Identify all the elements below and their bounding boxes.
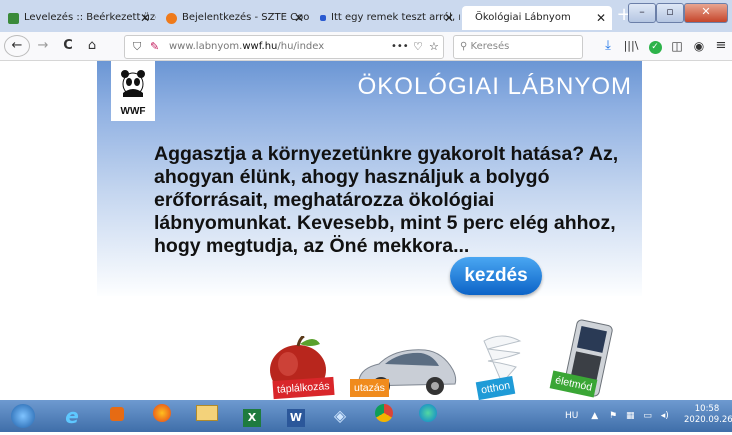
category-utazas[interactable]: utazás <box>350 379 389 397</box>
url-text[interactable]: www.labnyom.wwf.hu/hu/index <box>169 36 324 58</box>
window-controls: – ▫ ✕ <box>628 0 728 23</box>
library-icon[interactable]: |||\ <box>622 35 640 57</box>
language-indicator[interactable]: HU <box>565 411 578 421</box>
reload-button[interactable]: C <box>58 35 78 57</box>
tab-label: Ökológiai Lábnyom <box>475 12 571 23</box>
tab-close-icon[interactable]: ✕ <box>444 6 454 30</box>
flag-icon[interactable]: ⚑ <box>609 411 617 421</box>
sidebar-icon[interactable]: ◫ <box>668 35 686 57</box>
back-button[interactable]: ← <box>4 35 30 57</box>
system-tray: HU ▲ ⚑ ▦ ▭ ◂) <box>565 400 669 432</box>
pocket-icon[interactable]: ♡ <box>413 36 423 58</box>
check-icon[interactable]: ✓ <box>646 35 664 57</box>
download-icon[interactable]: ⤓ <box>599 35 617 57</box>
explorer-icon[interactable] <box>193 404 221 428</box>
tracking-blocked-icon[interactable]: ✎ <box>150 36 159 58</box>
account-icon[interactable]: ◉ <box>690 35 708 57</box>
page-content: WWF ÖKOLÓGIAI LÁBNYOM Aggasztja a környe… <box>0 61 732 400</box>
page-icon <box>320 15 326 21</box>
close-window-button[interactable]: ✕ <box>684 3 728 23</box>
menu-icon[interactable]: ≡ <box>712 35 730 57</box>
tab-close-icon[interactable]: ✕ <box>294 6 304 30</box>
page-actions-button[interactable]: ••• <box>391 36 409 58</box>
show-hidden-icons-icon[interactable]: ▲ <box>591 411 598 421</box>
wwf-logo[interactable]: WWF <box>111 61 155 121</box>
tab-levelezes[interactable]: Levelezés :: Beérkezett üzene ✕ <box>2 6 156 30</box>
tab-label: Bejelentkezés - SZTE CooSp <box>182 12 310 23</box>
shield-icon[interactable]: ⛉ <box>133 36 141 58</box>
navigation-bar: ← → C ⌂ ⛉ ✎ www.labnyom.wwf.hu/hu/index … <box>0 32 732 61</box>
tab-close-icon[interactable]: ✕ <box>596 6 606 30</box>
search-icon: ⚲ <box>460 41 468 52</box>
bookmark-star-icon[interactable]: ☆ <box>429 36 439 58</box>
system-clock[interactable]: 10:58 2020.09.26. <box>684 404 732 426</box>
title-bar: Levelezés :: Beérkezett üzene ✕ Bejelent… <box>0 0 732 32</box>
minimize-button[interactable]: – <box>628 3 656 23</box>
url-prefix: www.labnyom. <box>169 41 243 52</box>
mail-icon <box>8 12 19 24</box>
url-path: /hu/index <box>277 41 325 52</box>
start-button[interactable]: kezdés <box>450 257 542 295</box>
forward-button[interactable]: → <box>33 35 53 57</box>
display-icon[interactable]: ▭ <box>643 411 652 421</box>
banner: WWF ÖKOLÓGIAI LÁBNYOM Aggasztja a környe… <box>97 61 642 296</box>
tab-label: Itt egy remek teszt arról, mek <box>331 12 460 23</box>
edge-icon[interactable] <box>414 404 442 428</box>
excel-icon[interactable]: X <box>238 404 266 428</box>
search-input[interactable]: ⚲ Keresés <box>453 35 583 59</box>
start-orb-icon[interactable] <box>8 404 38 428</box>
chrome-icon[interactable] <box>370 404 398 428</box>
media-player-icon[interactable] <box>103 404 131 428</box>
home-button[interactable]: ⌂ <box>82 35 102 57</box>
kodi-icon[interactable]: ◈ <box>326 404 354 428</box>
tab-teszt[interactable]: Itt egy remek teszt arról, mek ✕ <box>314 6 460 30</box>
tab-okologiai-labnyom[interactable]: Ökológiai Lábnyom ✕ <box>462 6 612 30</box>
logo-text: WWF <box>120 106 146 117</box>
firefox-icon[interactable] <box>148 404 176 428</box>
url-bar[interactable]: ⛉ ✎ www.labnyom.wwf.hu/hu/index ••• ♡ ☆ <box>124 35 444 59</box>
tab-close-icon[interactable]: ✕ <box>140 6 150 30</box>
network-icon[interactable]: ▦ <box>626 411 635 421</box>
clock-date: 2020.09.26. <box>684 415 732 425</box>
coosp-icon <box>166 12 177 24</box>
tab-label: Levelezés :: Beérkezett üzene <box>24 12 156 23</box>
ie-icon[interactable]: e <box>58 404 86 428</box>
volume-icon[interactable]: ◂) <box>661 411 669 421</box>
panda-icon <box>121 70 145 97</box>
page-title: ÖKOLÓGIAI LÁBNYOM <box>357 73 632 100</box>
url-domain: wwf.hu <box>242 41 278 52</box>
intro-message: Aggasztja a környezetünkre gyakorolt hat… <box>154 143 619 257</box>
search-placeholder: Keresés <box>470 41 510 52</box>
page-icon <box>468 12 470 24</box>
maximize-button[interactable]: ▫ <box>656 3 684 23</box>
tab-bejelentkezes[interactable]: Bejelentkezés - SZTE CooSp ✕ <box>160 6 310 30</box>
clock-time: 10:58 <box>694 404 720 414</box>
word-icon[interactable]: W <box>282 404 310 428</box>
taskbar: e X W ◈ HU ▲ ⚑ ▦ ▭ ◂) 10:58 2020.09.26. <box>0 400 732 432</box>
